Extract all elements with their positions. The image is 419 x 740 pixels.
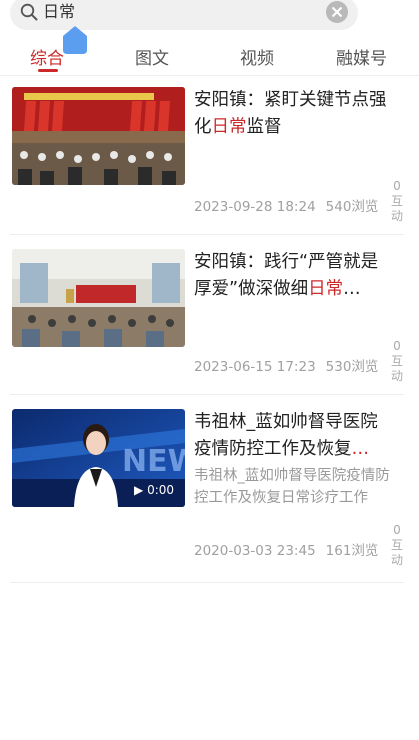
- interaction-number: 0: [393, 179, 401, 193]
- clear-search-button[interactable]: [326, 1, 348, 23]
- interaction-count: 0 互动: [390, 339, 404, 384]
- tab-video[interactable]: 视频: [240, 44, 274, 69]
- interaction-count: 0 互动: [390, 523, 404, 568]
- view-count: 161浏览: [325, 543, 379, 559]
- search-input[interactable]: [43, 0, 313, 24]
- publish-date: 2023-09-28 18:24: [194, 199, 316, 215]
- highlight-keyword: 日常: [308, 279, 344, 299]
- news-item-video[interactable]: NEW ▶ 0:00 韦祖林_蓝如帅督导医院疫情防控工作及恢复… 韦祖林_蓝如帅…: [10, 395, 404, 583]
- interaction-label: 互动: [390, 354, 403, 383]
- news-meta: 2023-09-28 18:24 540浏览: [194, 195, 378, 215]
- video-duration-badge: ▶ 0:00: [130, 481, 178, 499]
- news-meta: 2020-03-03 23:45 161浏览: [194, 539, 378, 559]
- interaction-number: 0: [393, 523, 401, 537]
- interaction-label: 互动: [390, 538, 403, 567]
- news-title[interactable]: 安阳镇：践行“严管就是厚爱”做深做细日常…: [194, 249, 390, 303]
- news-title-text: 监督: [246, 117, 282, 137]
- tab-media-account[interactable]: 融媒号: [336, 44, 387, 69]
- news-thumbnail: [12, 87, 185, 185]
- video-duration: 0:00: [147, 483, 175, 497]
- tab-graphics[interactable]: 图文: [135, 44, 169, 69]
- view-count: 530浏览: [325, 359, 379, 375]
- news-meta: 2023-06-15 17:23 530浏览: [194, 355, 378, 375]
- news-title[interactable]: 韦祖林_蓝如帅督导医院疫情防控工作及恢复…: [194, 409, 390, 463]
- news-thumbnail: [12, 249, 185, 347]
- video-background-text: NEW: [122, 444, 185, 479]
- title-ellipsis: …: [351, 439, 370, 459]
- news-item[interactable]: 安阳镇：紧盯关键节点强化日常监督 2023-09-28 18:24 540浏览 0…: [10, 77, 404, 235]
- interaction-number: 0: [393, 339, 401, 353]
- news-item[interactable]: 安阳镇：践行“严管就是厚爱”做深做细日常… 2023-06-15 17:23 53…: [10, 235, 404, 395]
- publish-date: 2020-03-03 23:45: [194, 543, 316, 559]
- interaction-label: 互动: [390, 194, 403, 223]
- news-title[interactable]: 安阳镇：紧盯关键节点强化日常监督: [194, 87, 390, 141]
- view-count: 540浏览: [325, 199, 379, 215]
- video-thumbnail[interactable]: NEW ▶ 0:00: [12, 409, 185, 507]
- close-icon: [331, 6, 343, 18]
- news-summary: 韦祖林_蓝如帅督导医院疫情防控工作及恢复日常诊疗工作: [194, 468, 390, 506]
- search-icon: [20, 3, 38, 21]
- highlight-keyword: 日常: [211, 117, 247, 137]
- news-title-text: 韦祖林_蓝如帅督导医院疫情防控工作及恢复: [194, 412, 378, 459]
- play-icon: ▶: [134, 483, 144, 497]
- interaction-count: 0 互动: [390, 179, 404, 224]
- news-title-text: …: [343, 279, 361, 299]
- publish-date: 2023-06-15 17:23: [194, 359, 316, 375]
- category-tabs: 综合 图文 视频 融媒号: [0, 38, 419, 76]
- tab-comprehensive[interactable]: 综合: [30, 44, 64, 69]
- active-tab-indicator: [38, 69, 58, 72]
